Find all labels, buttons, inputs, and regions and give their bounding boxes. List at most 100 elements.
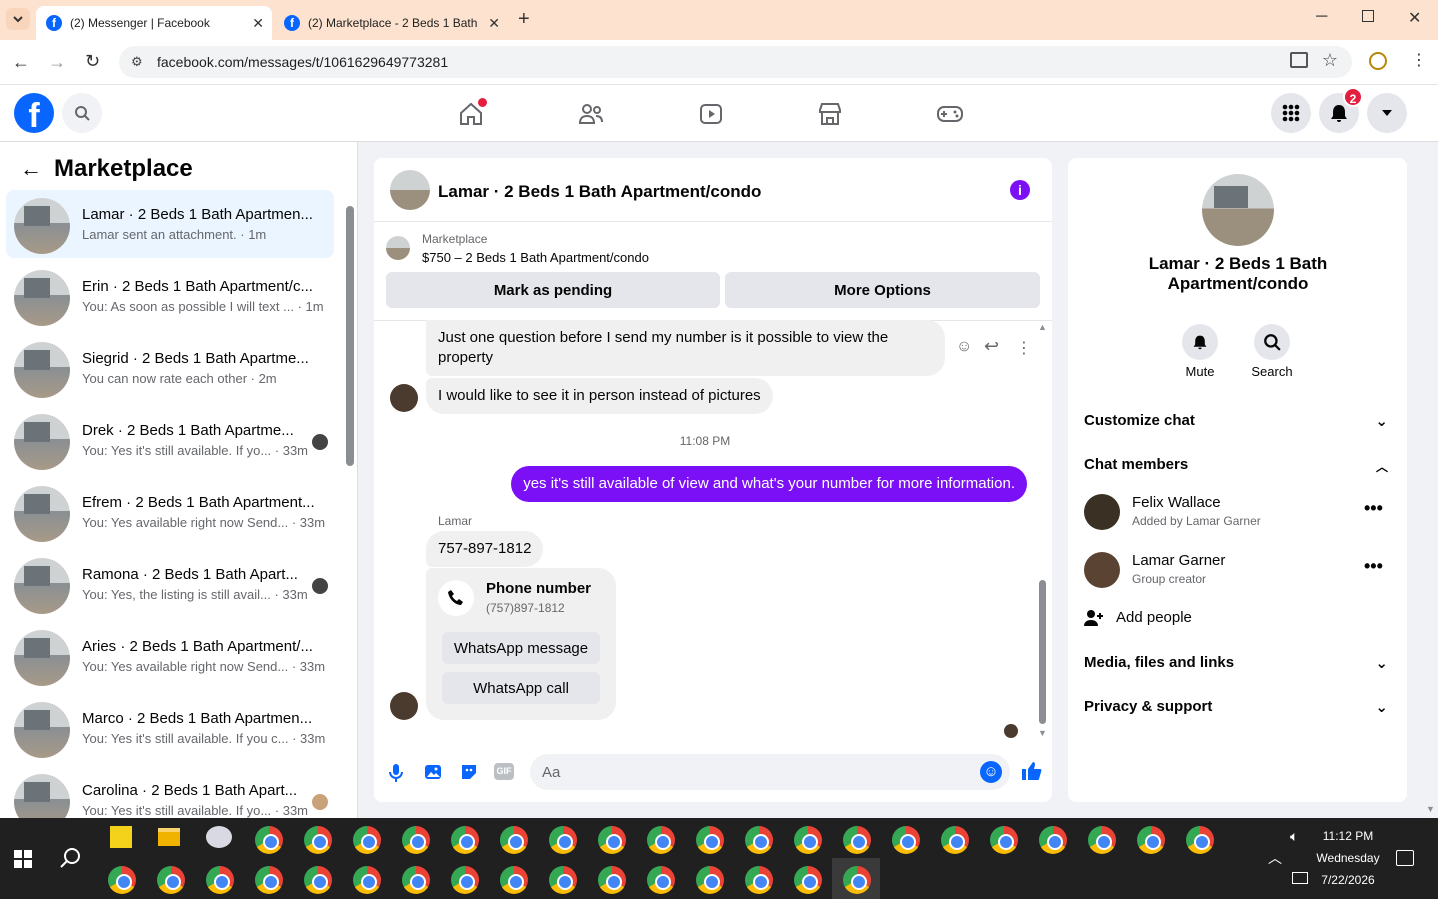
conversation-item[interactable]: Drek · 2 Beds 1 Bath Apartme... You: Yes … (6, 406, 334, 474)
sticky-notes-icon[interactable] (110, 826, 132, 848)
maximize-button[interactable] (1362, 10, 1374, 22)
taskbar-search-icon[interactable] (58, 846, 82, 875)
chat-avatar[interactable] (390, 170, 430, 210)
close-tab-icon[interactable]: ✕ (252, 15, 264, 32)
chrome-icon[interactable] (549, 866, 577, 894)
chrome-icon[interactable] (500, 826, 528, 854)
search-chat-button[interactable] (1254, 324, 1290, 360)
chrome-icon[interactable] (1088, 826, 1116, 854)
url-bar[interactable]: ⚙ facebook.com/messages/t/10616296497732… (119, 46, 1352, 78)
chrome-icon[interactable] (157, 866, 185, 894)
chrome-icon[interactable] (843, 866, 871, 894)
network-icon[interactable] (1292, 872, 1308, 884)
message-input[interactable]: Aa ☺ (530, 754, 1010, 790)
gif-icon[interactable]: GIF (494, 763, 514, 780)
profile-avatar[interactable] (1202, 174, 1274, 246)
clock-time[interactable]: 11:12 PM (1318, 829, 1378, 843)
show-hidden-icons[interactable]: ︿ (1268, 848, 1282, 868)
member-row[interactable]: Felix Wallace Added by Lamar Garner ••• (1084, 492, 1394, 532)
nav-friends[interactable] (578, 101, 604, 132)
chat-scrollbar[interactable] (1039, 580, 1046, 724)
like-icon[interactable] (1020, 760, 1042, 787)
chrome-icon[interactable] (451, 826, 479, 854)
clock-date[interactable]: 7/22/2026 (1312, 873, 1384, 887)
menu-button[interactable] (1271, 93, 1311, 133)
close-tab-icon[interactable]: ✕ (488, 15, 500, 32)
chrome-icon[interactable] (206, 866, 234, 894)
chrome-icon[interactable] (745, 826, 773, 854)
reply-icon[interactable]: ↩ (984, 336, 999, 357)
chrome-icon[interactable] (647, 826, 675, 854)
notification-center-icon[interactable] (1396, 850, 1414, 866)
back-arrow-icon[interactable]: ← (20, 156, 42, 182)
whatsapp-message-button[interactable]: WhatsApp message (442, 632, 600, 664)
listing-price[interactable]: $750 – 2 Beds 1 Bath Apartment/condo (422, 250, 649, 265)
chrome-icon[interactable] (696, 826, 724, 854)
nav-marketplace[interactable] (817, 101, 843, 132)
scroll-up-arrow[interactable]: ▲ (1038, 322, 1047, 332)
browser-tab-marketplace[interactable]: f (2) Marketplace - 2 Beds 1 Bath ✕ (274, 6, 508, 40)
chrome-icon[interactable] (598, 826, 626, 854)
chrome-icon[interactable] (794, 826, 822, 854)
chrome-icon[interactable] (598, 866, 626, 894)
chrome-icon[interactable] (745, 866, 773, 894)
install-app-icon[interactable] (1290, 52, 1308, 68)
chrome-icon[interactable] (353, 866, 381, 894)
back-button[interactable]: ← (12, 52, 30, 73)
profile-icon[interactable] (1369, 52, 1387, 70)
chrome-icon[interactable] (990, 826, 1018, 854)
minimize-button[interactable]: ─ (1316, 8, 1327, 26)
sidebar-scrollbar[interactable] (346, 206, 354, 466)
chrome-icon[interactable] (255, 826, 283, 854)
scroll-down-arrow[interactable]: ▼ (1038, 728, 1047, 738)
conversation-item[interactable]: Siegrid · 2 Beds 1 Bath Apartme... You ca… (6, 334, 334, 402)
paint-icon[interactable] (206, 826, 232, 848)
chrome-icon[interactable] (647, 866, 675, 894)
react-icon[interactable]: ☺ (956, 338, 972, 356)
whatsapp-call-button[interactable]: WhatsApp call (442, 672, 600, 704)
more-actions-icon[interactable]: ⋮ (1016, 338, 1032, 358)
file-explorer-icon[interactable] (158, 828, 180, 846)
conversation-item[interactable]: Erin · 2 Beds 1 Bath Apartment/c... You: … (6, 262, 334, 330)
account-button[interactable] (1367, 93, 1407, 133)
more-options-button[interactable]: More Options (725, 272, 1040, 308)
chrome-icon[interactable] (1039, 826, 1067, 854)
forward-button[interactable]: → (48, 52, 66, 73)
add-people-row[interactable]: Add people (1084, 608, 1394, 628)
chrome-icon[interactable] (304, 826, 332, 854)
windows-start-icon[interactable] (14, 850, 32, 868)
listing-thumbnail[interactable] (386, 236, 410, 260)
media-files-row[interactable]: Media, files and links ⌄ (1084, 654, 1394, 672)
nav-video[interactable] (698, 101, 724, 132)
chrome-icon[interactable] (1186, 826, 1214, 854)
chrome-icon[interactable] (794, 866, 822, 894)
chrome-icon[interactable] (402, 826, 430, 854)
conversation-item[interactable]: Lamar · 2 Beds 1 Bath Apartmen... Lamar s… (6, 190, 334, 258)
reload-button[interactable]: ↻ (85, 51, 100, 72)
conversation-item[interactable]: Aries · 2 Beds 1 Bath Apartment/... You: … (6, 622, 334, 690)
outgoing-message[interactable]: yes it's still available of view and wha… (511, 466, 1027, 502)
chrome-icon[interactable] (892, 826, 920, 854)
speaker-icon[interactable]: 🔈︎ (1290, 828, 1298, 845)
chrome-icon[interactable] (402, 866, 430, 894)
more-icon[interactable]: ••• (1364, 556, 1383, 577)
chrome-icon[interactable] (304, 866, 332, 894)
chat-members-row[interactable]: Chat members ︿ (1084, 456, 1394, 474)
conversation-item[interactable]: Marco · 2 Beds 1 Bath Apartmen... You: Ye… (6, 694, 334, 762)
chrome-icon[interactable] (941, 826, 969, 854)
search-button[interactable] (62, 93, 102, 133)
conversation-item[interactable]: Carolina · 2 Beds 1 Bath Apart... You: Ye… (6, 766, 334, 818)
chat-title[interactable]: Lamar · 2 Beds 1 Bath Apartment/condo (438, 182, 761, 202)
chrome-icon[interactable] (1137, 826, 1165, 854)
conversation-item[interactable]: Efrem · 2 Beds 1 Bath Apartment... You: Y… (6, 478, 334, 546)
sticker-icon[interactable] (459, 762, 479, 787)
microphone-icon[interactable] (388, 762, 404, 784)
chrome-icon[interactable] (255, 866, 283, 894)
chrome-icon[interactable] (549, 826, 577, 854)
chrome-icon[interactable] (108, 866, 136, 894)
member-row[interactable]: Lamar Garner Group creator ••• (1084, 550, 1394, 590)
chrome-icon[interactable] (353, 826, 381, 854)
chrome-icon[interactable] (500, 866, 528, 894)
notifications-button[interactable]: 2 (1319, 87, 1363, 133)
mute-button[interactable] (1182, 324, 1218, 360)
